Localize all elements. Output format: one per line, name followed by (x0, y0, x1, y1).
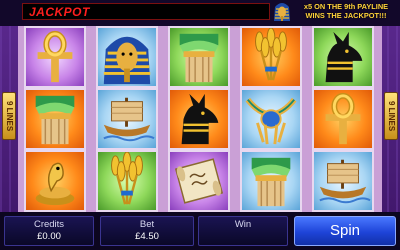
ankh-icon (312, 88, 374, 150)
column-icon (168, 26, 230, 88)
scarab-necklace-icon (240, 88, 302, 150)
reel-1 (24, 26, 86, 212)
payline-marker-left: 9 LINES (2, 92, 16, 140)
anubis-icon (312, 26, 374, 88)
bet-value: £4.50 (135, 231, 159, 242)
bet-label: Bet (139, 219, 155, 230)
spin-button[interactable]: Spin (294, 216, 396, 246)
jackpot-promo: x5 ON THE 9th PAYLINE WINS THE JACKPOT!!… (292, 2, 400, 20)
jackpot-label: JACKPOT (29, 5, 90, 19)
wheat-icon (96, 150, 158, 212)
wheat-icon (240, 26, 302, 88)
pharaoh-head-icon (272, 1, 292, 23)
bet-button[interactable]: Bet £4.50 (100, 216, 194, 246)
payline-marker-right: 9 LINES (384, 92, 398, 140)
column-icon (24, 88, 86, 150)
reel-3 (168, 26, 230, 212)
column-icon (240, 150, 302, 212)
ship-icon (96, 88, 158, 150)
jackpot-display: JACKPOT (22, 3, 270, 20)
top-bar: JACKPOT x5 ON THE 9th PAYLINE WINS THE J… (0, 0, 400, 26)
cobra-icon (24, 150, 86, 212)
anubis-icon (168, 88, 230, 150)
reel-4 (240, 26, 302, 212)
credits-label: Credits (33, 219, 65, 230)
credits-value: £0.00 (37, 231, 61, 242)
reel-2 (96, 26, 158, 212)
reels-area (18, 26, 382, 212)
promo-line-1: x5 ON THE 9th PAYLINE (303, 2, 389, 11)
ship-icon (312, 150, 374, 212)
win-label: Win (234, 219, 252, 230)
credits-display: Credits £0.00 (4, 216, 94, 246)
scroll-icon (168, 150, 230, 212)
reel-5 (312, 26, 374, 212)
win-display: Win (198, 216, 288, 246)
pharaoh-icon (96, 26, 158, 88)
promo-line-2: WINS THE JACKPOT!!! (305, 11, 387, 20)
ankh-icon (24, 26, 86, 88)
